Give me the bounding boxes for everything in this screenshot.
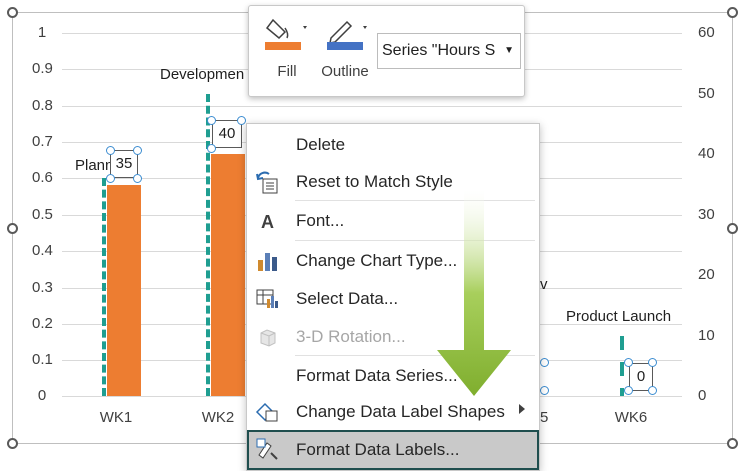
- selection-handle[interactable]: [106, 146, 115, 155]
- mini-toolbar: Fill Outline Series "Hours S ▼: [248, 5, 525, 97]
- format-labels-icon: [256, 438, 278, 460]
- left-axis-tick: 0: [37, 387, 47, 404]
- selection-handle[interactable]: [133, 174, 142, 183]
- selection-handle[interactable]: [624, 386, 633, 395]
- selection-handle[interactable]: [133, 146, 142, 155]
- left-axis-tick: 0.2: [32, 315, 53, 332]
- data-label-wk1[interactable]: 35: [110, 150, 138, 178]
- right-axis-tick: 50: [698, 85, 715, 102]
- select-data-icon: [256, 289, 278, 308]
- selection-handle[interactable]: [237, 116, 246, 125]
- milestone-label-product-launch[interactable]: Product Launch: [566, 308, 671, 325]
- outline-button[interactable]: Outline: [317, 14, 373, 90]
- pen-outline-icon: [327, 20, 367, 50]
- milestone-line-wk6[interactable]: [620, 336, 624, 350]
- right-axis-tick: 20: [698, 266, 715, 283]
- data-label-wk2[interactable]: 40: [212, 120, 242, 148]
- rotation-3d-icon: [260, 329, 276, 347]
- selection-handle[interactable]: [207, 116, 216, 125]
- selection-handle[interactable]: [207, 144, 216, 153]
- selection-handle[interactable]: [540, 386, 549, 395]
- left-axis-tick: 0.6: [32, 169, 53, 186]
- left-axis-tick: 1: [37, 24, 47, 41]
- right-axis-tick: 0: [698, 387, 707, 404]
- left-axis-tick: 0.3: [32, 279, 53, 296]
- left-axis-tick: 0.7: [32, 133, 53, 150]
- menu-item-delete[interactable]: Delete: [247, 126, 539, 164]
- right-axis-tick: 40: [698, 145, 715, 162]
- menu-item-label: Reset to Match Style: [296, 172, 453, 191]
- svg-text:A: A: [261, 212, 274, 232]
- selection-handle[interactable]: [648, 386, 657, 395]
- bar-wk1[interactable]: [107, 185, 141, 396]
- resize-handle-bottom-right[interactable]: [727, 438, 738, 449]
- fill-label: Fill: [277, 63, 297, 80]
- chevron-down-icon: ▼: [504, 45, 514, 56]
- outline-label: Outline: [321, 63, 369, 80]
- right-axis-tick: 60: [698, 24, 715, 41]
- label-shapes-icon: [255, 402, 278, 422]
- x-axis-label-wk2: WK2: [201, 409, 235, 426]
- selection-handle[interactable]: [106, 174, 115, 183]
- series-select-value: Series "Hours S: [382, 42, 496, 59]
- x-axis-label-wk6: WK6: [614, 409, 648, 426]
- selection-handle[interactable]: [648, 358, 657, 367]
- left-axis-tick: 0.8: [32, 97, 53, 114]
- x-axis-label-wk1: WK1: [99, 409, 133, 426]
- left-axis-tick: 0.4: [32, 242, 53, 259]
- paint-bucket-icon: [265, 18, 307, 50]
- resize-handle-bottom-left[interactable]: [7, 438, 18, 449]
- menu-item-label: Change Chart Type...: [296, 251, 458, 270]
- right-axis-tick: 10: [698, 327, 715, 344]
- down-arrow-icon: [437, 190, 511, 396]
- menu-item-label: Change Data Label Shapes: [296, 402, 505, 421]
- milestone-label-development[interactable]: Developmen: [160, 66, 244, 83]
- menu-item-label: Format Data Series...: [296, 366, 458, 385]
- milestone-line-wk2[interactable]: [206, 94, 210, 396]
- selection-handle[interactable]: [540, 358, 549, 367]
- submenu-arrow-icon: [519, 404, 525, 414]
- menu-item-label: Select Data...: [296, 289, 399, 308]
- menu-item-label: Font...: [296, 211, 345, 230]
- fill-button[interactable]: Fill: [261, 14, 313, 90]
- left-axis-tick: 0.5: [32, 206, 53, 223]
- left-axis-tick: 0.9: [32, 60, 53, 77]
- menu-item-label: 3-D Rotation...: [296, 327, 406, 346]
- gridline: [62, 106, 682, 107]
- bar-wk2[interactable]: [211, 154, 245, 396]
- resize-handle-mid-right[interactable]: [727, 223, 738, 234]
- menu-item-change-data-label-shapes[interactable]: Change Data Label Shapes: [247, 393, 539, 431]
- right-axis-tick: 30: [698, 206, 715, 223]
- menu-item-label: Format Data Labels...: [296, 440, 460, 459]
- selection-handle[interactable]: [624, 358, 633, 367]
- resize-handle-top-right[interactable]: [727, 7, 738, 18]
- series-select[interactable]: Series "Hours S ▼: [377, 33, 521, 69]
- resize-handle-mid-left[interactable]: [7, 223, 18, 234]
- chart-type-icon: [258, 253, 277, 271]
- font-icon: A: [261, 212, 274, 232]
- menu-item-format-data-labels[interactable]: Format Data Labels...: [247, 430, 539, 470]
- menu-item-label: Delete: [296, 135, 346, 154]
- left-axis-tick: 0.1: [32, 351, 53, 368]
- milestone-line-wk1[interactable]: [102, 178, 106, 396]
- reset-style-icon: [256, 171, 278, 194]
- milestone-label-partial[interactable]: v: [540, 276, 548, 293]
- resize-handle-top-left[interactable]: [7, 7, 18, 18]
- x-axis-label-partial: 5: [540, 409, 549, 426]
